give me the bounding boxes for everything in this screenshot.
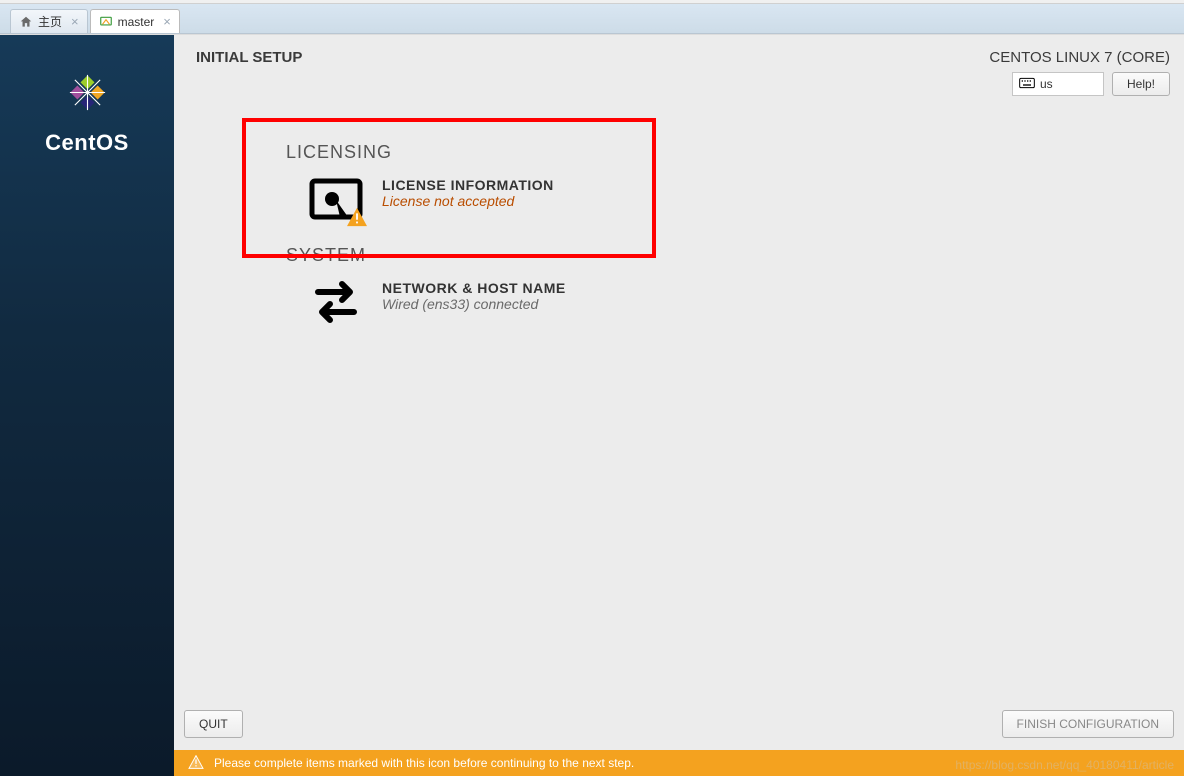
license-spoke-title: LICENSE INFORMATION <box>382 177 554 193</box>
network-icon <box>308 280 364 324</box>
system-section: SYSTEM NETWORK & HOST NAME Wired (ens33)… <box>286 245 1164 324</box>
sidebar: CentOS <box>0 35 174 776</box>
licensing-section-title: LICENSING <box>286 142 1164 163</box>
centos-name: CentOS <box>45 130 129 156</box>
content-area: INITIAL SETUP CENTOS LINUX 7 (CORE) us H… <box>174 35 1184 776</box>
system-section-title: SYSTEM <box>286 245 1164 266</box>
warning-message: Please complete items marked with this i… <box>214 756 634 770</box>
license-spoke-status: License not accepted <box>382 193 554 209</box>
close-icon[interactable]: × <box>71 14 79 29</box>
home-icon <box>19 15 33 29</box>
tab-home[interactable]: 主页 × <box>10 9 88 33</box>
license-icon <box>308 177 364 221</box>
quit-button[interactable]: QUIT <box>184 710 243 738</box>
close-icon[interactable]: × <box>163 14 171 29</box>
vm-icon <box>99 15 113 29</box>
license-information-spoke[interactable]: LICENSE INFORMATION License not accepted <box>308 177 1164 221</box>
help-button[interactable]: Help! <box>1112 72 1170 96</box>
tab-master-label: master <box>118 15 155 29</box>
tab-master[interactable]: master × <box>90 9 180 33</box>
os-name: CENTOS LINUX 7 (CORE) <box>989 49 1170 66</box>
keyboard-icon <box>1019 77 1035 92</box>
licensing-section: LICENSING LICENSE INFORMATION <box>286 106 1164 221</box>
centos-logo-icon <box>60 65 115 120</box>
warning-icon <box>188 755 204 772</box>
finish-configuration-button[interactable]: FINISH CONFIGURATION <box>1002 710 1174 738</box>
network-spoke-status: Wired (ens33) connected <box>382 296 566 312</box>
tab-home-label: 主页 <box>38 13 62 30</box>
network-spoke-title: NETWORK & HOST NAME <box>382 280 566 296</box>
warning-badge-icon <box>346 207 366 225</box>
network-hostname-spoke[interactable]: NETWORK & HOST NAME Wired (ens33) connec… <box>308 280 1164 324</box>
footer: QUIT FINISH CONFIGURATION <box>174 710 1184 750</box>
warning-bar: Please complete items marked with this i… <box>174 750 1184 776</box>
keyboard-layout-label: us <box>1040 77 1053 91</box>
tab-strip: 主页 × master × <box>0 4 1184 34</box>
page-title: INITIAL SETUP <box>196 49 302 66</box>
keyboard-layout-selector[interactable]: us <box>1012 72 1104 96</box>
